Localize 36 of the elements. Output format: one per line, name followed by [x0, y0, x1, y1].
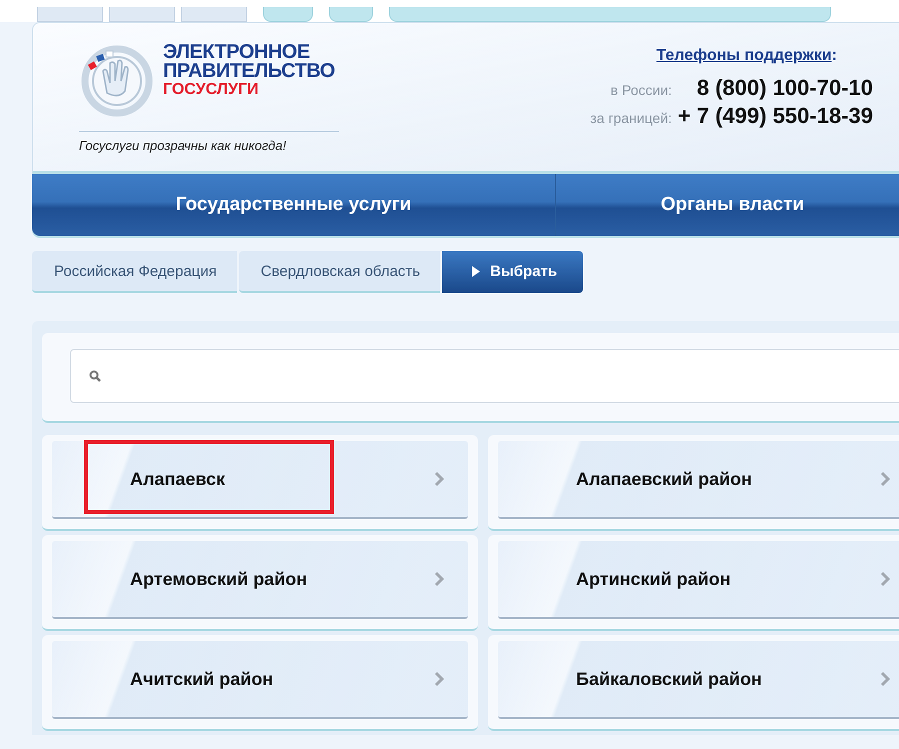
chevron-right-icon [880, 671, 890, 687]
chevron-right-icon [434, 471, 444, 487]
region-item[interactable]: Артемовский район [52, 541, 468, 619]
colon: : [832, 47, 837, 64]
header-tab[interactable] [329, 7, 373, 22]
chevron-right-icon [880, 471, 890, 487]
region-item[interactable]: Байкаловский район [498, 641, 899, 719]
play-icon [472, 266, 480, 276]
header-tab[interactable] [37, 7, 103, 22]
nav-item[interactable]: Государственные услуги [32, 174, 556, 236]
phone-number: 8 (800) 100-70-10 [696, 75, 873, 101]
logo-title: ЭЛЕКТРОННОЕ [163, 43, 311, 62]
search-icon [89, 370, 101, 382]
slogan: Госуслуги прозрачны как никогда! [79, 138, 288, 153]
nav-item[interactable]: Органы власти [556, 174, 899, 236]
search-field[interactable] [70, 349, 899, 403]
header-tab[interactable] [389, 7, 831, 22]
chevron-right-icon [434, 671, 444, 687]
phone-label: в России: [610, 82, 672, 98]
header-tab[interactable] [181, 7, 247, 22]
breadcrumb[interactable]: Свердловская область [238, 251, 440, 293]
phone-label: за границей: [590, 110, 672, 126]
header-tab[interactable] [109, 7, 175, 22]
phone-number: + 7 (499) 550-18-39 [678, 103, 873, 129]
breadcrumb[interactable]: Российская Федерация [32, 251, 237, 293]
logo-title: ПРАВИТЕЛЬСТВО [163, 62, 335, 81]
breadcrumb[interactable]: Выбрать [442, 251, 584, 293]
support-link[interactable]: Телефоны поддержки [656, 47, 832, 64]
region-item[interactable]: Алапаевск [52, 441, 468, 519]
region-item[interactable]: Артинский район [498, 541, 899, 619]
region-item[interactable]: Алапаевский район [498, 441, 899, 519]
logo-subtitle: ГОСУСЛУГИ [163, 81, 260, 98]
chevron-right-icon [434, 571, 444, 587]
region-item[interactable]: Ачитский район [52, 641, 468, 719]
chevron-right-icon [880, 571, 890, 587]
header-tab[interactable] [263, 7, 313, 22]
